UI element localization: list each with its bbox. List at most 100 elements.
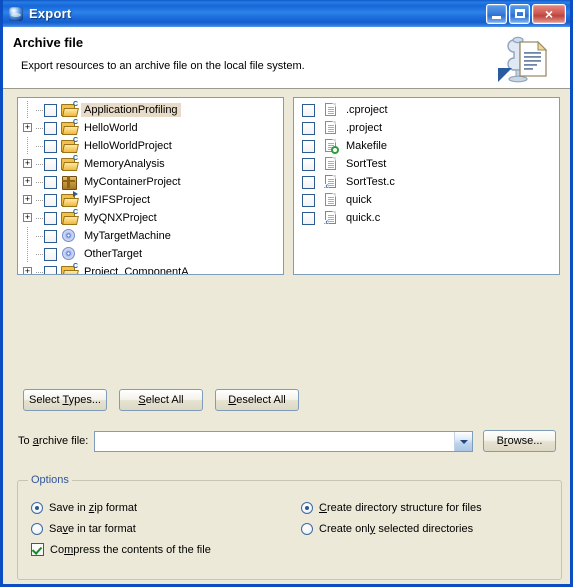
archive-file-combo[interactable] (94, 430, 473, 452)
archive-file-label: To archive file: (18, 435, 89, 447)
file-item-checkbox[interactable] (302, 139, 315, 153)
tree-item-checkbox[interactable] (44, 247, 57, 261)
tree-connector (36, 245, 44, 263)
file-list-item[interactable]: .c SortTest.c (294, 173, 559, 191)
option-label: Save in tar format (49, 522, 136, 535)
tree-connector (36, 101, 44, 119)
window-title: Export (29, 6, 72, 21)
option-save-in-zip-format[interactable]: Save in zip format (31, 497, 211, 518)
file-list-item[interactable]: Makefile (294, 137, 559, 155)
tree-item-checkbox[interactable] (44, 211, 57, 225)
document-icon (323, 102, 339, 118)
tree-item-myifsproject[interactable]: MyIFSProject (18, 191, 283, 209)
file-list[interactable]: .cproject .project Makefile SortTest .c SortT… (293, 97, 560, 275)
tree-item-project_componenta[interactable]: C Project_ComponentA (18, 263, 283, 274)
tree-item-applicationprofiling[interactable]: C ApplicationProfiling (18, 101, 283, 119)
document-icon (323, 120, 339, 136)
radio-button[interactable] (31, 501, 43, 514)
window-controls: × (486, 3, 566, 24)
tree-item-mycontainerproject[interactable]: MyContainerProject (18, 173, 283, 191)
option-save-in-tar-format[interactable]: Save in tar format (31, 518, 211, 539)
file-list-item[interactable]: .c quick.c (294, 209, 559, 227)
tree-item-myqnxproject[interactable]: C MyQNXProject (18, 209, 283, 227)
select-all-button[interactable]: Select All (119, 389, 203, 411)
deselect-all-button[interactable]: Deselect All (215, 389, 299, 411)
file-item-label: quick.c (346, 212, 381, 224)
checkbox[interactable] (31, 543, 44, 556)
tree-connector (36, 209, 44, 227)
tree-item-checkbox[interactable] (44, 193, 57, 207)
tree-item-othertarget[interactable]: OtherTarget (18, 245, 283, 263)
option-label: Compress the contents of the file (50, 543, 211, 556)
minimize-button[interactable] (486, 3, 507, 24)
browse-button[interactable]: Browse... (483, 430, 556, 452)
archive-file-row: To archive file: Browse... (18, 430, 556, 452)
file-list-item[interactable]: .project (294, 119, 559, 137)
tree-item-checkbox[interactable] (44, 157, 57, 171)
option-compress-the-contents-of-the-file[interactable]: Compress the contents of the file (31, 539, 211, 560)
tree-connector (36, 227, 44, 245)
tree-item-label: ApplicationProfiling (81, 103, 181, 117)
file-list-item[interactable]: SortTest (294, 155, 559, 173)
project-tree[interactable]: CApplicationProfilingCHelloWorldCHelloWo… (17, 97, 284, 275)
option-create-directory-structure-for-files[interactable]: Create directory structure for files (301, 497, 482, 518)
tree-item-checkbox[interactable] (44, 229, 57, 243)
tree-item-checkbox[interactable] (44, 139, 57, 153)
radio-button[interactable] (301, 522, 313, 535)
expand-toggle-icon[interactable] (22, 119, 36, 137)
tree-item-checkbox[interactable] (44, 103, 57, 117)
file-item-label: .project (346, 122, 383, 134)
document-icon (323, 156, 339, 172)
close-icon: × (544, 5, 554, 22)
tree-item-label: MyQNXProject (84, 212, 157, 224)
tree-item-mytargetmachine[interactable]: MyTargetMachine (18, 227, 283, 245)
expand-toggle-icon[interactable] (22, 191, 36, 209)
tree-line-icon (22, 227, 36, 245)
file-item-checkbox[interactable] (302, 157, 315, 171)
options-group-title: Options (28, 474, 72, 486)
tree-item-helloworldproject[interactable]: C HelloWorldProject (18, 137, 283, 155)
file-item-checkbox[interactable] (302, 103, 315, 117)
file-item-checkbox[interactable] (302, 211, 315, 225)
options-left-column: Save in zip format Save in tar format Comp… (31, 497, 211, 560)
file-item-label: SortTest.c (346, 176, 395, 188)
close-button[interactable]: × (532, 3, 566, 24)
tree-item-helloworld[interactable]: C HelloWorld (18, 119, 283, 137)
option-create-only-selected-directories[interactable]: Create only selected directories (301, 518, 482, 539)
c-project-folder-icon: C (61, 209, 79, 226)
c-source-icon: .c (323, 174, 339, 190)
expand-toggle-icon[interactable] (22, 263, 36, 274)
tree-item-label: MemoryAnalysis (84, 158, 165, 170)
file-item-label: SortTest (346, 158, 387, 170)
archive-export-icon (496, 32, 558, 88)
file-item-checkbox[interactable] (302, 175, 315, 189)
tree-item-label: HelloWorldProject (84, 140, 172, 152)
tree-item-label: MyContainerProject (84, 176, 181, 188)
wizard-banner: Archive file Export resources to an arch… (3, 27, 570, 89)
tree-item-checkbox[interactable] (44, 121, 57, 135)
options-right-column: Create directory structure for files Crea… (301, 497, 482, 539)
archive-file-input[interactable] (95, 432, 454, 450)
expand-toggle-icon[interactable] (22, 173, 36, 191)
select-types-button[interactable]: Select Types... (23, 389, 107, 411)
file-item-checkbox[interactable] (302, 121, 315, 135)
file-list-item[interactable]: quick (294, 191, 559, 209)
file-item-checkbox[interactable] (302, 193, 315, 207)
export-dialog-window: Export × Archive file Export resources t… (0, 0, 573, 587)
radio-button[interactable] (31, 522, 43, 535)
maximize-button[interactable] (509, 3, 530, 24)
expand-toggle-icon[interactable] (22, 155, 36, 173)
tree-connector (36, 155, 44, 173)
chevron-down-icon[interactable] (454, 431, 472, 451)
tree-connector (36, 191, 44, 209)
file-list-item[interactable]: .cproject (294, 101, 559, 119)
tree-item-checkbox[interactable] (44, 265, 57, 274)
tree-item-memoryanalysis[interactable]: C MemoryAnalysis (18, 155, 283, 173)
resource-selection-panes: CApplicationProfilingCHelloWorldCHelloWo… (17, 97, 560, 275)
c-project-folder-icon: C (61, 137, 79, 154)
radio-button[interactable] (301, 501, 313, 514)
tree-connector (36, 119, 44, 137)
expand-toggle-icon[interactable] (22, 209, 36, 227)
tree-item-checkbox[interactable] (44, 175, 57, 189)
document-icon (323, 192, 339, 208)
